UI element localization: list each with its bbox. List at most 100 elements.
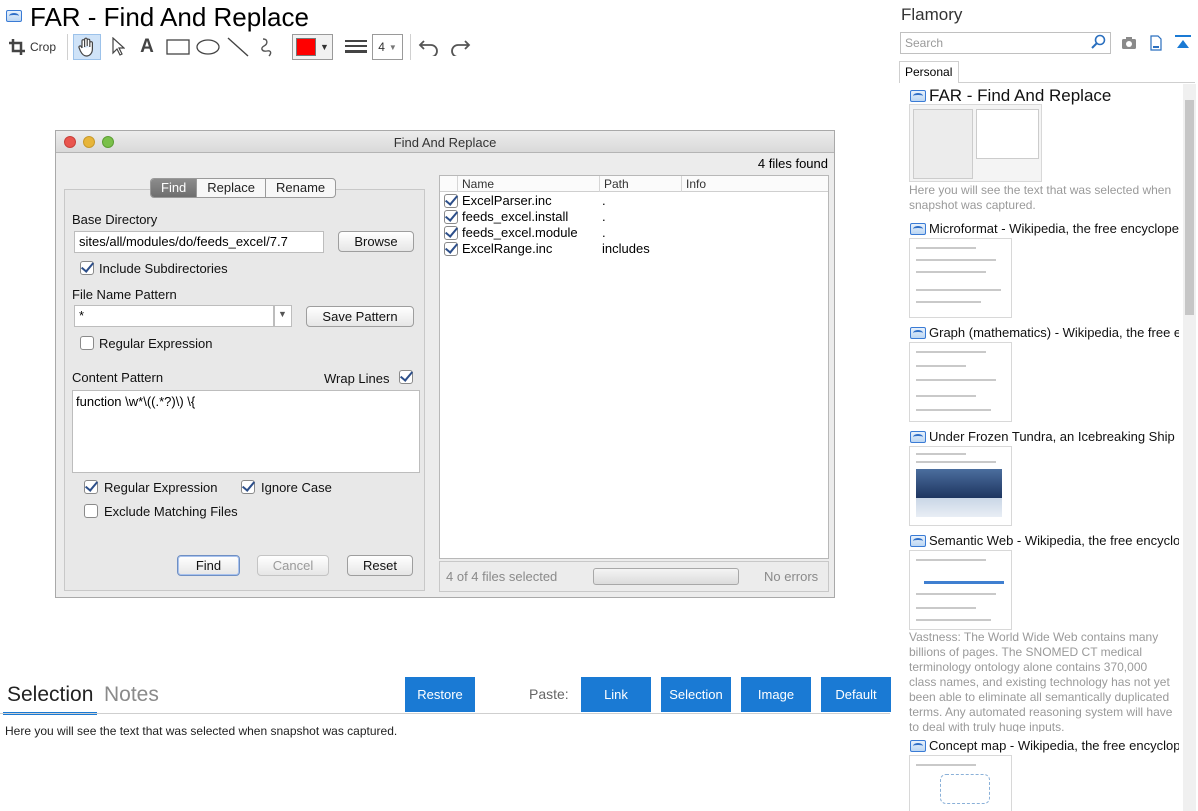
thumb-highlight	[924, 581, 1004, 584]
list-item-title[interactable]: Semantic Web - Wikipedia, the free encyc…	[929, 533, 1179, 548]
stroke-width-select[interactable]: 4 ▼	[372, 34, 403, 60]
crop-tool[interactable]: Crop	[6, 34, 58, 60]
snapshot-thumbnail[interactable]	[909, 550, 1012, 630]
list-item-title[interactable]: Under Frozen Tundra, an Icebreaking Ship…	[929, 429, 1179, 444]
toolbar-separator	[67, 34, 68, 60]
select-tool[interactable]	[106, 34, 130, 60]
sidebar-title: Flamory	[901, 5, 963, 24]
tab-selection[interactable]: Selection	[7, 683, 93, 707]
files-found-count: 4 files found	[757, 156, 828, 171]
search-input[interactable]: Search	[900, 32, 1111, 54]
stroke-width-value: 4	[378, 40, 385, 54]
page-icon	[910, 431, 926, 443]
camera-icon[interactable]	[1121, 36, 1137, 55]
text-tool[interactable]: A	[135, 34, 159, 60]
table-row[interactable]: feeds_excel.module .	[440, 225, 828, 241]
line-icon	[227, 37, 249, 57]
rectangle-icon	[166, 39, 190, 55]
list-item-description: Vastness: The World Wide Web contains ma…	[909, 630, 1173, 732]
exclude-matching-checkbox[interactable]	[84, 504, 98, 518]
chevron-down-icon: ▼	[388, 42, 397, 52]
freehand-tool[interactable]	[255, 34, 281, 60]
scrollbar-thumb[interactable]	[1185, 100, 1194, 315]
file-name-pattern-field[interactable]: *	[74, 305, 274, 327]
snapshot-thumbnail[interactable]	[909, 104, 1042, 182]
pan-tool[interactable]	[73, 34, 101, 60]
thumb-line	[916, 301, 981, 303]
search-icon[interactable]	[1090, 34, 1106, 55]
file-name: feeds_excel.module	[462, 225, 578, 240]
tab-replace[interactable]: Replace	[197, 179, 266, 197]
file-path: .	[602, 193, 606, 208]
paste-link-button[interactable]: Link	[581, 677, 651, 712]
wrap-lines-checkbox[interactable]	[399, 370, 413, 384]
app-icon	[6, 10, 22, 22]
table-row[interactable]: ExcelParser.inc .	[440, 193, 828, 209]
hand-icon	[78, 37, 93, 57]
paste-default-button[interactable]: Default	[821, 677, 891, 712]
tab-find[interactable]: Find	[151, 179, 198, 197]
color-picker[interactable]: ▼	[292, 34, 333, 60]
snapshot-thumbnail[interactable]	[909, 238, 1012, 318]
tab-notes[interactable]: Notes	[104, 683, 159, 707]
list-item-title[interactable]: Graph (mathematics) - Wikipedia, the fre…	[929, 325, 1179, 340]
thumb-line	[916, 379, 996, 381]
content-pattern-textarea[interactable]: function \w*\((.*?)\) \{	[72, 390, 420, 473]
collapse-icon[interactable]	[1175, 35, 1191, 56]
table-header: Name Path Info	[440, 176, 828, 192]
table-row[interactable]: ExcelRange.inc includes	[440, 241, 828, 257]
row-checkbox[interactable]	[444, 242, 458, 256]
list-item-title[interactable]: Microformat - Wikipedia, the free encycl…	[929, 221, 1179, 236]
exclude-matching-label: Exclude Matching Files	[104, 504, 238, 519]
include-subdirectories-checkbox[interactable]	[80, 261, 94, 275]
list-item-title[interactable]: FAR - Find And Replace	[929, 86, 1179, 106]
document-icon[interactable]	[1150, 35, 1162, 56]
ellipse-icon	[196, 39, 220, 55]
table-row[interactable]: feeds_excel.install .	[440, 209, 828, 225]
tab-rename[interactable]: Rename	[266, 179, 335, 197]
filename-regex-checkbox[interactable]	[80, 336, 94, 350]
find-replace-dialog: Find And Replace 4 files found Find Repl…	[55, 130, 835, 598]
paste-selection-button[interactable]: Selection	[661, 677, 731, 712]
row-checkbox[interactable]	[444, 194, 458, 208]
thumb-line	[916, 395, 976, 397]
save-pattern-button[interactable]: Save Pattern	[306, 306, 414, 327]
row-checkbox[interactable]	[444, 210, 458, 224]
thumb-line	[916, 619, 991, 621]
selection-text: Here you will see the text that was sele…	[5, 724, 398, 738]
dialog-titlebar: Find And Replace	[56, 131, 834, 153]
snapshot-thumbnail[interactable]	[909, 446, 1012, 526]
row-checkbox[interactable]	[444, 226, 458, 240]
cancel-button[interactable]: Cancel	[257, 555, 329, 576]
base-directory-field[interactable]: 7.7/sites/all/modules/do/feeds_excel	[74, 231, 324, 253]
rectangle-tool[interactable]	[164, 34, 192, 60]
column-header-info[interactable]: Info	[682, 176, 828, 192]
content-regex-label: Regular Expression	[104, 480, 218, 495]
browse-button[interactable]: Browse	[338, 231, 414, 252]
tab-personal[interactable]: Personal	[899, 61, 959, 83]
snapshot-title: FAR - Find And Replace	[30, 2, 309, 32]
file-name: feeds_excel.install	[462, 209, 569, 224]
column-header-name[interactable]: Name	[458, 176, 600, 192]
undo-button[interactable]	[416, 34, 442, 60]
thumb-line	[916, 351, 986, 353]
file-name: ExcelParser.inc	[462, 193, 552, 208]
file-name-pattern-dropdown[interactable]: ▼	[274, 305, 292, 327]
find-button[interactable]: Find	[177, 555, 240, 576]
list-item-title[interactable]: Concept map - Wikipedia, the free encycl…	[929, 738, 1179, 753]
paste-image-button[interactable]: Image	[741, 677, 811, 712]
snapshot-thumbnail[interactable]	[909, 342, 1012, 422]
line-tool[interactable]	[225, 34, 251, 60]
restore-button[interactable]: Restore	[405, 677, 475, 712]
progress-bar	[593, 568, 739, 585]
ellipse-tool[interactable]	[194, 34, 222, 60]
chevron-down-icon: ▼	[278, 309, 287, 319]
content-regex-checkbox[interactable]	[84, 480, 98, 494]
thumb-line	[916, 461, 996, 463]
reset-button[interactable]: Reset	[347, 555, 413, 576]
snapshot-thumbnail[interactable]	[909, 755, 1012, 811]
ignore-case-checkbox[interactable]	[241, 480, 255, 494]
thumb-line	[916, 607, 976, 609]
redo-button[interactable]	[447, 34, 473, 60]
column-header-path[interactable]: Path	[600, 176, 682, 192]
